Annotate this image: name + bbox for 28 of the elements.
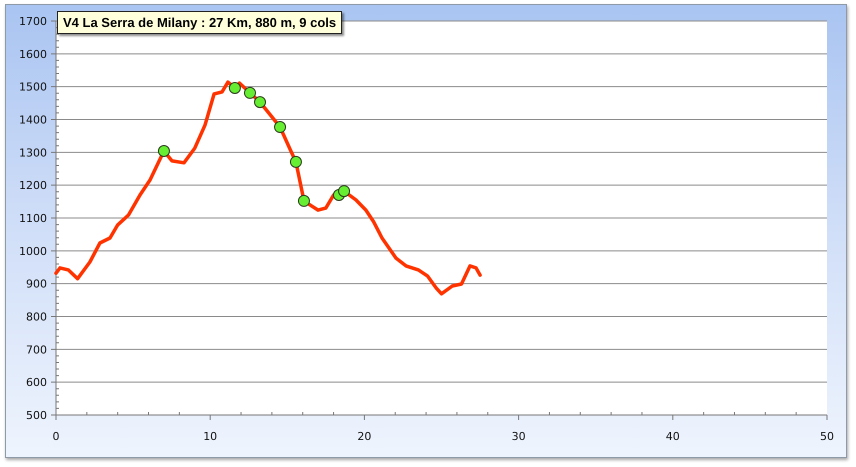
axis-label: 1200: [19, 179, 47, 192]
axis-label: 700: [26, 343, 47, 356]
axis-label: 30: [512, 430, 526, 443]
col-marker[interactable]: [290, 156, 302, 168]
axis-label: 600: [26, 376, 47, 390]
axis-label: 1000: [19, 244, 47, 258]
axis-label: 0: [52, 430, 60, 443]
col-marker[interactable]: [274, 121, 286, 134]
axis-label: 1400: [19, 114, 47, 126]
col-marker[interactable]: [254, 96, 266, 108]
axis-label: 800: [26, 310, 47, 324]
col-marker[interactable]: [158, 145, 170, 158]
axis-label: 900: [26, 278, 47, 291]
axis-label: 500: [26, 409, 47, 422]
col-marker[interactable]: [338, 185, 350, 198]
axis-label: 1500: [19, 80, 47, 94]
axis-label: 50: [820, 430, 834, 443]
axis-label: 1600: [19, 48, 47, 61]
axis-label: 20: [357, 430, 372, 443]
col-marker[interactable]: [228, 82, 241, 94]
axis-label: 10: [203, 430, 218, 443]
col-marker[interactable]: [244, 86, 256, 99]
chart-title: V4 La Serra de Milany : 27 Km, 880 m, 9 cols: [57, 11, 342, 34]
axis-label: 1300: [19, 146, 47, 160]
col-marker[interactable]: [298, 194, 310, 207]
axis-label: 1100: [19, 212, 47, 225]
axis-label: 40: [666, 430, 680, 443]
axis-label: 1700: [19, 15, 47, 28]
